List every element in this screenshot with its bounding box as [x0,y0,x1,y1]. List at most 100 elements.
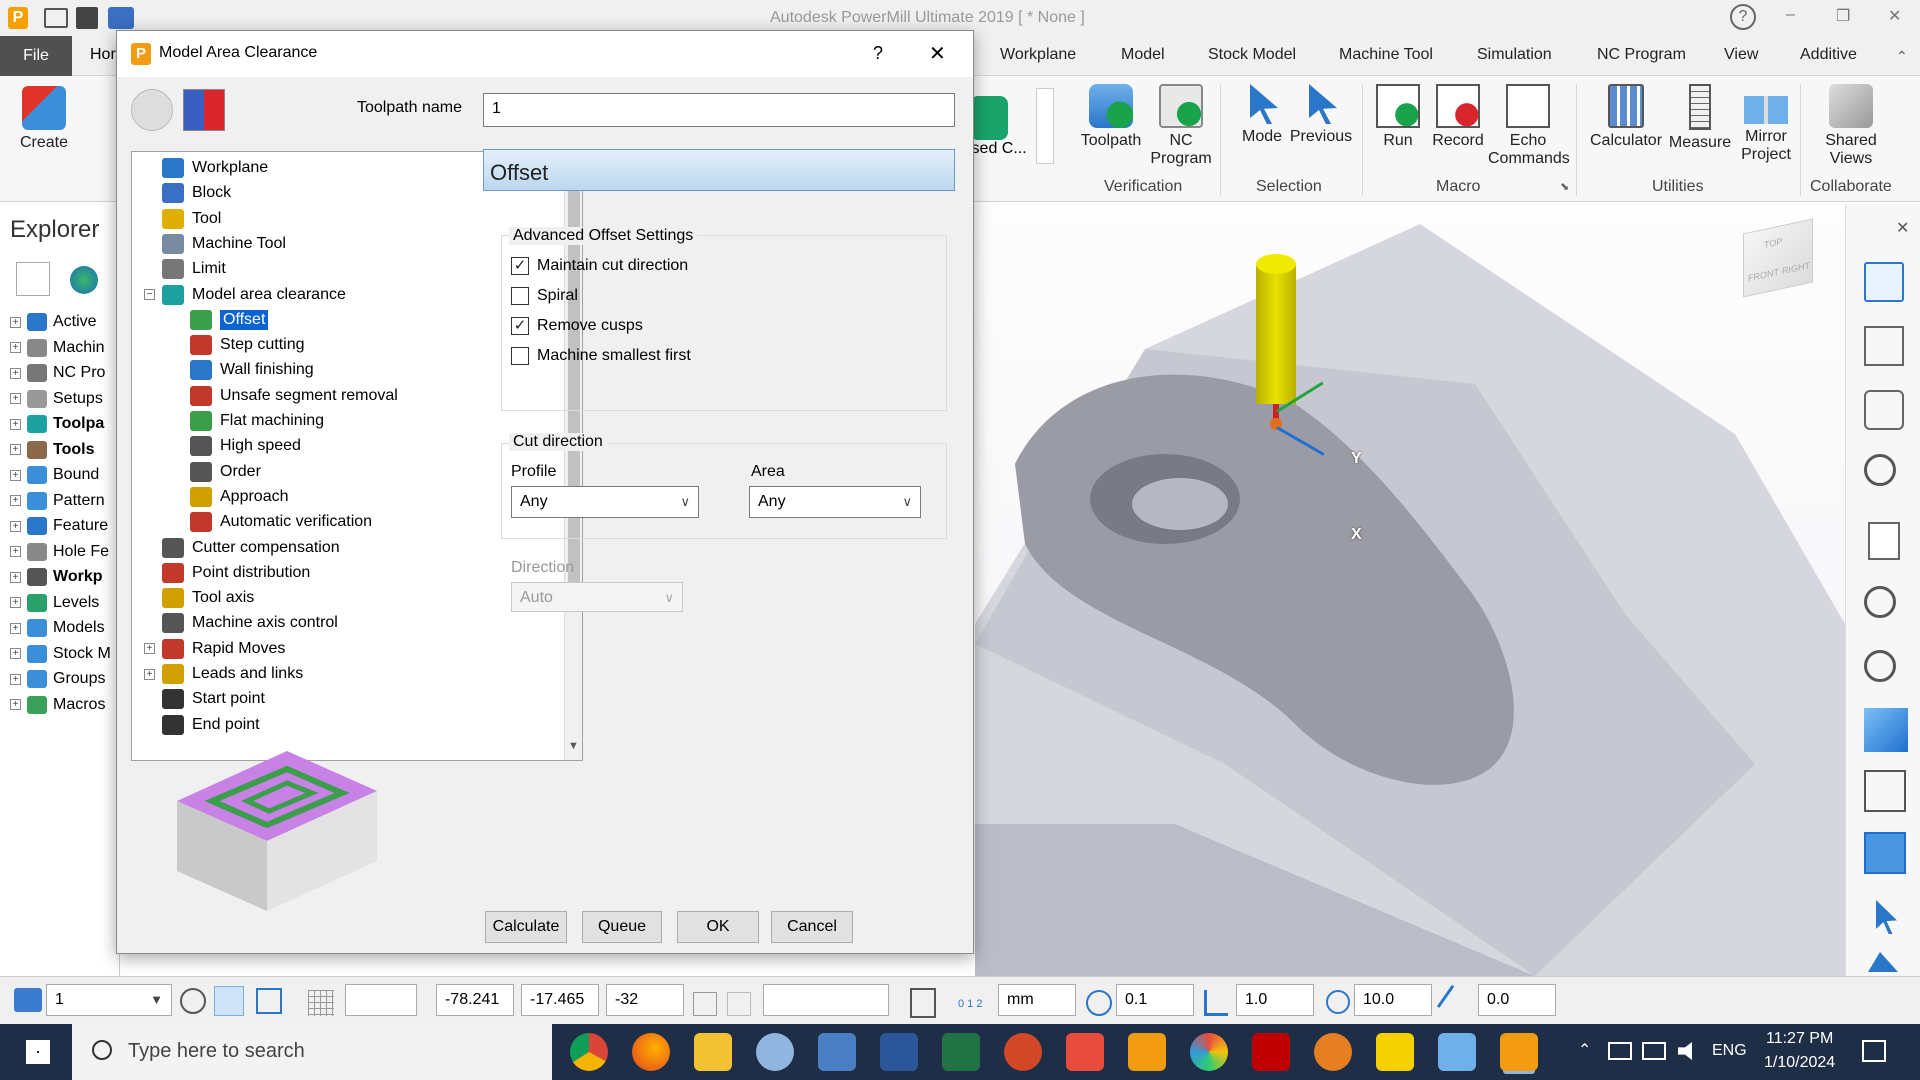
workplane-select[interactable]: 1 ▼ [46,984,172,1016]
action-center-icon[interactable] [1862,1040,1886,1062]
expand-icon[interactable]: + [10,342,21,353]
run-macro-button[interactable]: Run [1370,84,1426,150]
explorer-tree-tab-icon[interactable] [16,262,50,296]
table-icon[interactable] [693,992,717,1016]
expand-icon[interactable]: + [10,418,21,430]
coord-z-field[interactable]: -32 [606,984,684,1016]
tab-stock-model[interactable]: Stock Model [1208,46,1296,64]
checked-checkbox-icon[interactable]: ✓ [511,257,529,275]
expand-icon[interactable]: + [10,571,21,583]
tab-model[interactable]: Model [1121,46,1165,64]
tolerance-field[interactable]: 0.1 [1116,984,1194,1016]
thickness-field[interactable]: 1.0 [1236,984,1314,1016]
tray-language[interactable]: ENG [1712,1042,1747,1060]
coord-y-field[interactable]: -17.465 [521,984,599,1016]
calculator-status-icon[interactable] [910,988,936,1018]
tab-additive[interactable]: Additive [1800,46,1857,64]
tray-display-icon[interactable] [1642,1042,1666,1060]
excel-icon[interactable] [942,1033,980,1071]
tree-node[interactable]: + Rapid Moves [144,637,285,661]
powermill-logo-icon[interactable]: P [8,7,28,29]
tab-view[interactable]: View [1724,46,1758,64]
tree-expand-icon[interactable]: − [144,289,155,300]
taskbar-search-box[interactable]: Type here to search [72,1024,552,1080]
plain-shaded-icon[interactable] [1864,832,1906,874]
record-macro-button[interactable]: Record [1428,84,1488,150]
create-button[interactable]: Create [14,86,74,152]
firefox-icon[interactable] [632,1033,670,1071]
explorer-item[interactable]: + Hole Fe [10,540,109,564]
viewcube-right-face[interactable]: RIGHT [1782,260,1810,276]
zoom-fit-icon[interactable] [1864,586,1896,618]
unchecked-checkbox-icon[interactable] [511,347,529,365]
expand-icon[interactable]: + [10,699,21,710]
explorer-item[interactable]: + Macros [10,693,105,717]
status-empty-field[interactable] [763,984,889,1016]
viewcube-front-face[interactable]: FRONT [1748,267,1779,284]
calculate-button[interactable]: Calculate [485,911,567,943]
camtasia-icon[interactable] [1066,1033,1104,1071]
quick-access-customize-icon[interactable] [108,7,134,29]
used-c-scroll[interactable] [1036,88,1054,164]
filezilla-icon[interactable] [1252,1033,1290,1071]
tree-node[interactable]: Flat machining [190,409,324,433]
explorer-item[interactable]: + Pattern [10,489,105,513]
tree-node[interactable]: Workplane [162,156,268,180]
tray-network-icon[interactable] [1608,1042,1632,1060]
cancel-button[interactable]: Cancel [771,911,853,943]
tray-date[interactable]: 1/10/2024 [1764,1054,1835,1072]
tab-home[interactable]: Hor [90,46,116,64]
option-checkbox[interactable]: ✓ Maintain cut direction [511,257,688,275]
expand-icon[interactable]: + [10,546,21,557]
calculator-button[interactable]: Calculator [1584,84,1668,150]
save-file-icon[interactable] [76,7,98,29]
tree-node[interactable]: + Leads and links [144,662,303,686]
explorer-item[interactable]: + Workp [10,565,102,589]
explorer-item[interactable]: + Setups [10,387,103,411]
start-button-icon[interactable] [26,1040,50,1064]
explorer-item[interactable]: + Toolpa [10,412,104,436]
explorer-item[interactable]: + Bound [10,463,99,487]
select-arrow-icon[interactable] [1876,900,1897,934]
close-panel-icon[interactable]: ✕ [1896,218,1909,238]
explorer-item[interactable]: + Machin [10,336,105,360]
expand-icon[interactable]: + [10,673,21,685]
restore-button[interactable]: ❐ [1836,6,1850,26]
dialog-help-button[interactable]: ? [873,43,883,64]
toolbar-action-icon[interactable] [1864,262,1904,302]
viewcube-top-face[interactable]: TOP [1764,236,1782,250]
nc-program-verify-button[interactable]: NC Program [1146,84,1216,168]
expand-icon[interactable]: + [10,316,21,328]
grid-spacing-field[interactable] [345,984,417,1016]
tree-node[interactable]: High speed [190,434,301,458]
refresh-view-icon[interactable] [1868,522,1900,560]
measure-button[interactable]: Measure [1664,84,1736,152]
expand-icon[interactable]: + [10,520,21,532]
toolpath-verify-button[interactable]: Toolpath [1074,84,1148,150]
tree-node[interactable]: Cutter compensation [162,536,340,560]
expand-icon[interactable]: + [10,393,21,404]
expand-icon[interactable]: + [10,622,21,634]
tree-node[interactable]: Unsafe segment removal [190,384,398,408]
explorer-item[interactable]: + Stock M [10,642,111,666]
axis-snap-icon[interactable] [256,988,282,1014]
explorer-item[interactable]: + Groups [10,667,105,691]
tree-node[interactable]: End point [162,713,260,737]
file-explorer-icon[interactable] [694,1033,732,1071]
powermill-task-icon[interactable] [1128,1033,1166,1071]
tab-nc-program[interactable]: NC Program [1597,46,1686,64]
help-icon[interactable]: ? [1730,4,1756,30]
stepover-field[interactable]: 0.0 [1478,984,1556,1016]
grid-icon[interactable] [308,990,334,1016]
tree-node[interactable]: Offset [190,308,269,332]
expand-icon[interactable]: + [10,469,21,481]
tab-workplane[interactable]: Workplane [1000,46,1076,64]
explorer-item[interactable]: + Models [10,616,105,640]
tab-simulation[interactable]: Simulation [1477,46,1552,64]
orange-app-icon[interactable] [1314,1033,1352,1071]
explorer-item[interactable]: + Levels [10,591,99,615]
minimize-button[interactable]: – [1786,6,1795,24]
explorer-globe-icon[interactable] [70,266,98,294]
align-icon[interactable] [214,986,244,1016]
calculator-app-icon[interactable] [818,1033,856,1071]
